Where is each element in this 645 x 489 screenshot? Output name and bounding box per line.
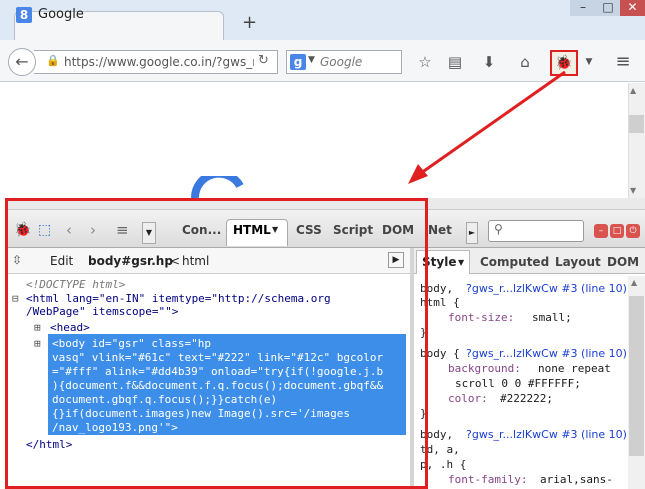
- css-value[interactable]: scroll 0 0 #FFFFFF;: [455, 377, 581, 390]
- css-value[interactable]: none repeat: [538, 362, 611, 375]
- css-property[interactable]: color:: [448, 392, 488, 405]
- css-scrollbar-thumb[interactable]: [629, 296, 644, 456]
- firebug-minimize-icon[interactable]: –: [594, 224, 608, 238]
- css-value[interactable]: #222222;: [500, 392, 553, 405]
- more-tabs-icon[interactable]: ►: [466, 222, 478, 244]
- firebug-close-icon[interactable]: ⏻: [626, 224, 640, 238]
- annotation-arrow: [408, 70, 566, 184]
- css-property[interactable]: font-family:: [448, 473, 527, 486]
- search-icon: ⚲: [494, 222, 503, 236]
- css-property[interactable]: background:: [448, 362, 521, 375]
- css-value[interactable]: small;: [532, 311, 572, 324]
- css-source-link[interactable]: ?gws_r...lzlKwCw #3 (line 10): [466, 282, 627, 295]
- maximize-button[interactable]: □: [596, 0, 620, 16]
- new-tab-button[interactable]: +: [242, 12, 257, 33]
- scroll-up-icon[interactable]: ▲: [631, 278, 637, 287]
- google-search-engine-icon[interactable]: g: [290, 54, 306, 70]
- firebug-detach-icon[interactable]: □: [610, 224, 624, 238]
- google-logo-fragment: [190, 176, 244, 199]
- tab-computed[interactable]: Computed: [480, 255, 549, 269]
- tab-side-dom[interactable]: DOM: [607, 255, 639, 269]
- chevron-down-icon[interactable]: ▼: [458, 258, 464, 267]
- back-arrow-icon[interactable]: ←: [8, 48, 36, 76]
- tab-net[interactable]: Net: [428, 223, 452, 237]
- search-engine-dropdown-icon[interactable]: ▼: [308, 55, 315, 65]
- css-source-link[interactable]: ?gws_r...lzlKwCw #3 (line 10): [466, 428, 627, 441]
- close-window-button[interactable]: ✕: [620, 0, 645, 16]
- annotation-box: [5, 198, 428, 489]
- search-placeholder[interactable]: Google: [320, 55, 362, 69]
- tab-title: Google: [38, 7, 84, 22]
- lock-icon: 🔒: [46, 54, 60, 67]
- css-property[interactable]: font-size:: [448, 311, 514, 324]
- css-value[interactable]: arial,sans-: [540, 473, 613, 486]
- minimize-button[interactable]: –: [570, 0, 596, 16]
- tab-layout[interactable]: Layout: [555, 255, 601, 269]
- css-source-link[interactable]: ?gws_r...lzlKwCw #3 (line 10): [466, 347, 627, 360]
- url-text[interactable]: https://www.google.co.in/?gws_r: [64, 55, 254, 69]
- reload-icon[interactable]: ↻: [258, 53, 269, 68]
- google-favicon-icon: 8: [16, 7, 32, 23]
